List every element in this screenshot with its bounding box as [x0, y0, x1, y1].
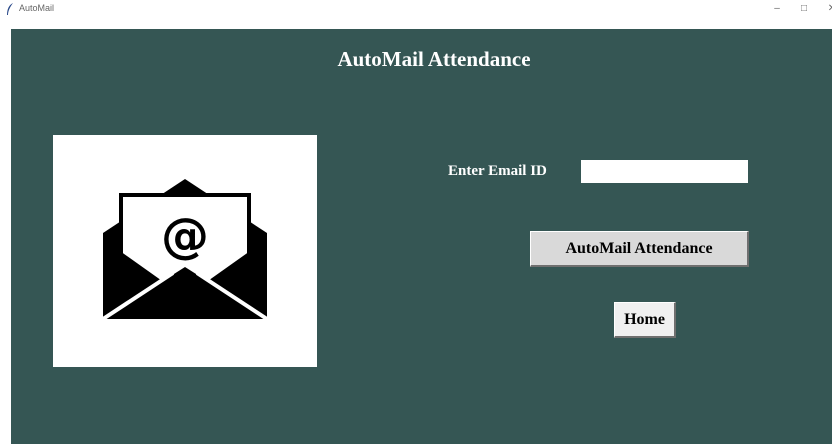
- email-envelope-icon: @: [101, 179, 269, 321]
- window-title: AutoMail: [19, 3, 55, 13]
- email-input[interactable]: [581, 160, 748, 183]
- email-label: Enter Email ID: [448, 163, 547, 179]
- automail-attendance-button[interactable]: AutoMail Attendance: [530, 231, 749, 267]
- page-title: AutoMail Attendance: [337, 47, 531, 71]
- close-icon[interactable]: ✕: [825, 2, 832, 16]
- window-top-gap: [11, 18, 832, 29]
- svg-text:@: @: [161, 208, 209, 264]
- window-title-bar: AutoMail – □ ✕: [0, 0, 832, 19]
- feather-icon: [5, 2, 15, 16]
- window-left-border: [0, 18, 11, 444]
- maximize-icon[interactable]: □: [797, 2, 811, 16]
- minimize-icon[interactable]: –: [770, 2, 784, 16]
- email-illustration: @: [53, 135, 317, 367]
- home-button[interactable]: Home: [614, 302, 676, 338]
